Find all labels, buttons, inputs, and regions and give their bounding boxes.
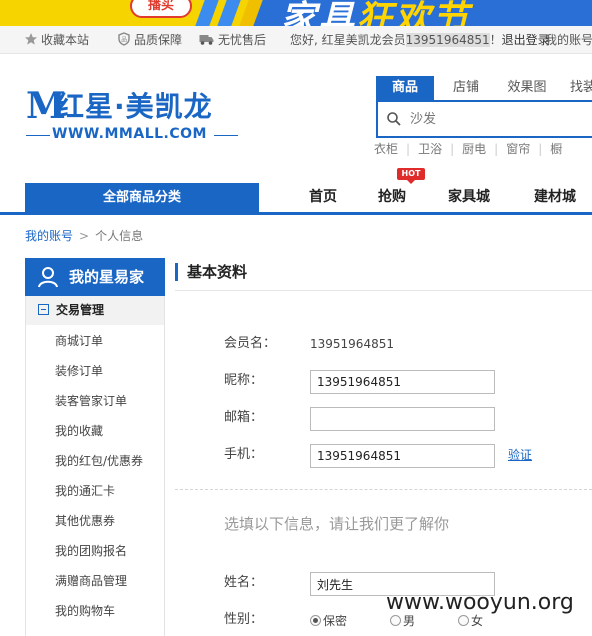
phone-field[interactable] (310, 444, 495, 468)
aftersale-link[interactable]: 无忧售后 (198, 26, 266, 54)
hot-search-words: 衣柜 | 卫浴 | 厨电 | 窗帘 | 橱 (374, 140, 562, 157)
chevron-right-icon: > (79, 229, 90, 243)
section-dashed-divider (175, 489, 592, 490)
nav-home[interactable]: 首页 (309, 184, 337, 210)
all-categories-button[interactable]: 全部商品分类 (25, 183, 259, 212)
gender-label: 性别： (224, 612, 264, 627)
greeting-suffix: ！ (489, 33, 502, 47)
radio-selected[interactable] (310, 615, 321, 626)
optional-info-hint: 选填以下信息，请让我们更了解你 (224, 515, 450, 533)
sidebar-item-card[interactable]: 我的通汇卡 (55, 481, 115, 501)
name-label: 姓名： (224, 575, 264, 590)
radio-unselected[interactable] (390, 615, 401, 626)
member-phone: 13951964851 (405, 33, 490, 47)
account-link[interactable]: 我的账号 (545, 26, 592, 54)
search-tab-stores[interactable]: 店铺 (436, 76, 496, 100)
sidebar-header[interactable]: 我的星易家 (25, 258, 165, 296)
hotword-separator: | (450, 142, 455, 156)
greeting-text: 您好, 红星美凯龙会员 (290, 33, 406, 47)
favorite-link[interactable]: 收藏本站 (24, 26, 89, 54)
logo-rule-left (26, 135, 50, 136)
sidebar-item-cart[interactable]: 我的购物车 (55, 601, 115, 621)
quality-label: 品质保障 (134, 33, 183, 47)
favorite-label: 收藏本站 (41, 33, 90, 47)
username-label: 会员名： (224, 336, 277, 351)
username-value: 13951964851 (310, 337, 394, 351)
breadcrumb: 我的账号 > 个人信息 (25, 227, 143, 244)
sidebar-item-group-buy[interactable]: 我的团购报名 (55, 541, 127, 561)
collapse-icon[interactable] (38, 304, 49, 315)
section-title: 基本资料 (187, 263, 248, 281)
nav-furniture-mall[interactable]: 家具城 (448, 184, 490, 210)
hotword-link[interactable]: 窗帘 (506, 142, 530, 156)
sidebar-item-mall-orders[interactable]: 商城订单 (55, 331, 103, 351)
user-icon (38, 267, 58, 288)
gender-option-label: 保密 (323, 614, 348, 628)
sidebar-group-trade[interactable]: 交易管理 (26, 296, 164, 325)
hotword-link[interactable]: 厨电 (462, 142, 486, 156)
breadcrumb-account[interactable]: 我的账号 (25, 229, 73, 243)
gender-option-label: 男 (403, 614, 416, 628)
radio-unselected[interactable] (458, 615, 469, 626)
banner-headline: 家具狂欢节 (280, 0, 470, 26)
banner-headline-yellow: 狂欢节 (356, 0, 471, 26)
logo-name[interactable]: 红星·美凯龙 (56, 90, 213, 124)
sidebar-title: 我的星易家 (69, 268, 145, 286)
search-tab-decor[interactable]: 找装 (558, 76, 592, 100)
star-icon (25, 33, 37, 45)
quality-link[interactable]: 品品质保障 (117, 26, 182, 54)
gender-option-label: 女 (471, 614, 484, 628)
email-label: 邮箱： (224, 410, 264, 425)
hotword-separator: | (406, 142, 411, 156)
section-title-accent (175, 263, 178, 281)
nav-underline (0, 212, 592, 215)
logo-url[interactable]: WWW.MMALL.COM (52, 126, 207, 142)
phone-label: 手机： (224, 447, 264, 462)
email-field[interactable] (310, 407, 495, 431)
sidebar-item-decoration-orders[interactable]: 装修订单 (55, 361, 103, 381)
sidebar-item-coupons[interactable]: 我的红包/优惠券 (55, 451, 143, 471)
svg-text:品: 品 (121, 37, 127, 44)
sidebar-item-other-coupons[interactable]: 其他优惠券 (55, 511, 115, 531)
user-greeting: 您好, 红星美凯龙会员13951964851！退出登录 (290, 26, 550, 54)
banner-badge: 播买 (130, 0, 192, 18)
nav-flash-sale[interactable]: 抢购 (378, 184, 406, 210)
banner-headline-white: 家具 (280, 0, 357, 26)
shield-icon: 品 (118, 32, 130, 46)
aftersale-label: 无忧售后 (218, 33, 267, 47)
section-divider (175, 290, 592, 291)
truck-icon (199, 35, 214, 45)
hotword-link[interactable]: 衣柜 (374, 142, 398, 156)
hotword-link[interactable]: 橱 (550, 142, 562, 156)
sidebar-item-steward-orders[interactable]: 装客管家订单 (55, 391, 127, 411)
watermark: www.wooyun.org (386, 590, 574, 615)
logout-link[interactable]: 退出登录 (502, 33, 550, 47)
sidebar-item-gift-products[interactable]: 满赠商品管理 (55, 571, 127, 591)
sidebar-group-label: 交易管理 (56, 303, 105, 317)
gender-option-secret[interactable]: 保密 (310, 612, 347, 630)
breadcrumb-current: 个人信息 (95, 229, 144, 243)
search-input[interactable] (410, 104, 590, 134)
hot-badge: HOT (397, 168, 425, 184)
hotword-link[interactable]: 卫浴 (418, 142, 442, 156)
hotword-separator: | (538, 142, 543, 156)
search-tab-renderings[interactable]: 效果图 (498, 76, 556, 100)
search-icon[interactable] (386, 111, 402, 127)
logo-rule-right (214, 135, 238, 136)
search-tab-products[interactable]: 商品 (376, 76, 434, 100)
nickname-field[interactable] (310, 370, 495, 394)
nickname-label: 昵称： (224, 373, 264, 388)
verify-link[interactable]: 验证 (508, 443, 532, 467)
top-promo-banner[interactable]: 播买 家具狂欢节 (0, 0, 592, 26)
nav-building-materials[interactable]: 建材城 (534, 184, 576, 210)
sidebar-item-favorites[interactable]: 我的收藏 (55, 421, 103, 441)
hotword-separator: | (494, 142, 499, 156)
